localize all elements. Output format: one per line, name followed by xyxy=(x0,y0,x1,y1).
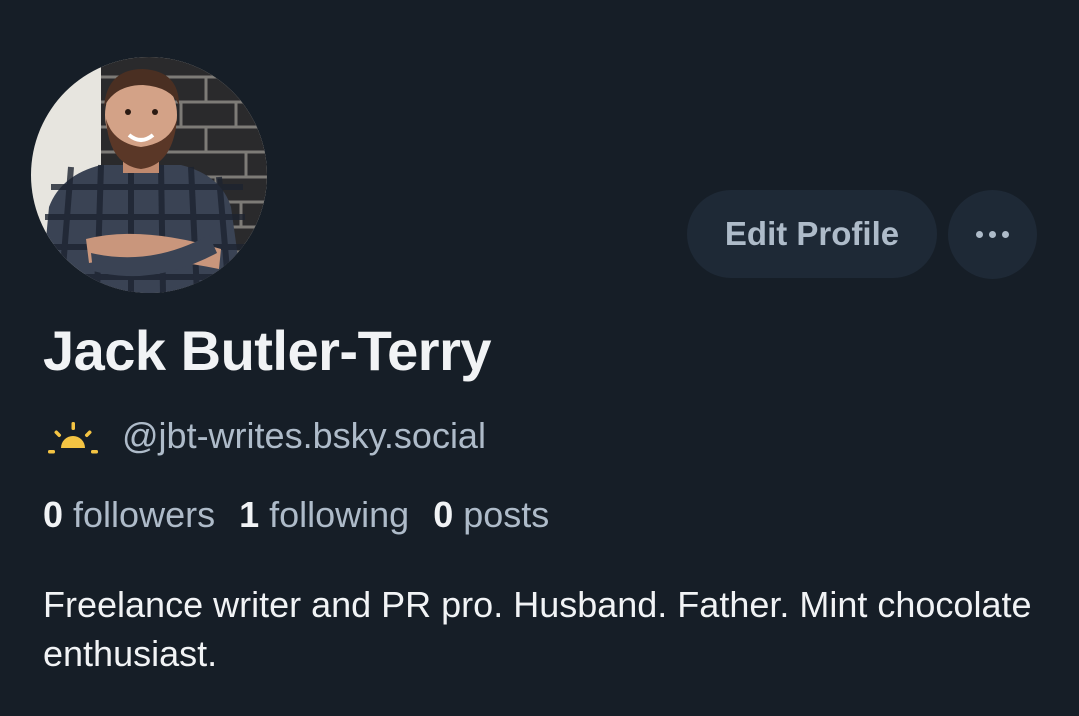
profile-header: Edit Profile Jack Butler-Terry @jbt-writ… xyxy=(0,0,1079,716)
handle-row: @jbt-writes.bsky.social xyxy=(46,412,486,460)
profile-handle[interactable]: @jbt-writes.bsky.social xyxy=(122,415,486,457)
posts-label: posts xyxy=(463,494,550,535)
display-name: Jack Butler-Terry xyxy=(43,319,492,382)
following-count: 1 xyxy=(239,494,260,535)
followers-count: 0 xyxy=(43,494,64,535)
more-options-button[interactable] xyxy=(948,190,1037,279)
posts-count: 0 xyxy=(433,494,454,535)
avatar[interactable] xyxy=(31,57,267,293)
followers-label: followers xyxy=(73,494,216,535)
edit-profile-label: Edit Profile xyxy=(724,215,900,252)
profile-bio: Freelance writer and PR pro. Husband. Fa… xyxy=(43,584,1032,674)
profile-stats: 0 followers 1 following 0 posts xyxy=(43,494,573,536)
following-stat[interactable]: 1 following xyxy=(239,494,409,536)
followers-stat[interactable]: 0 followers xyxy=(43,494,215,536)
ellipsis-icon xyxy=(976,231,1009,238)
avatar-photo xyxy=(31,57,267,293)
sunrise-icon xyxy=(48,422,98,454)
following-label: following xyxy=(269,494,410,535)
edit-profile-button[interactable]: Edit Profile xyxy=(687,190,937,278)
posts-stat: 0 posts xyxy=(433,494,549,536)
